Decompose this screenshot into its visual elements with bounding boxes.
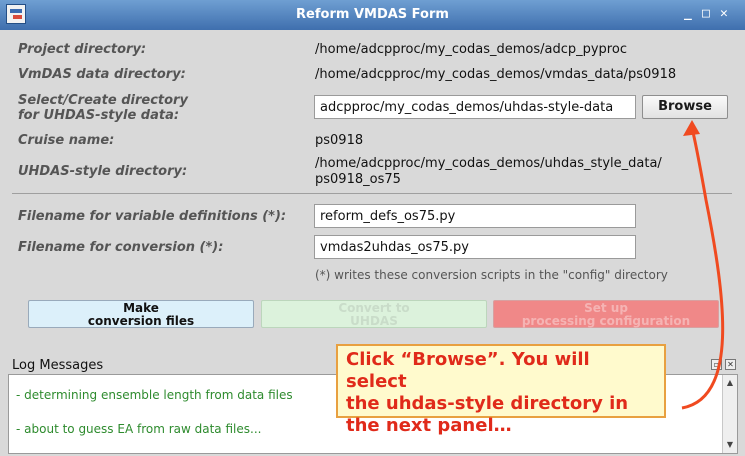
arrow-curve xyxy=(681,127,725,410)
callout-arrow xyxy=(681,120,725,410)
arrow-head xyxy=(683,120,700,136)
